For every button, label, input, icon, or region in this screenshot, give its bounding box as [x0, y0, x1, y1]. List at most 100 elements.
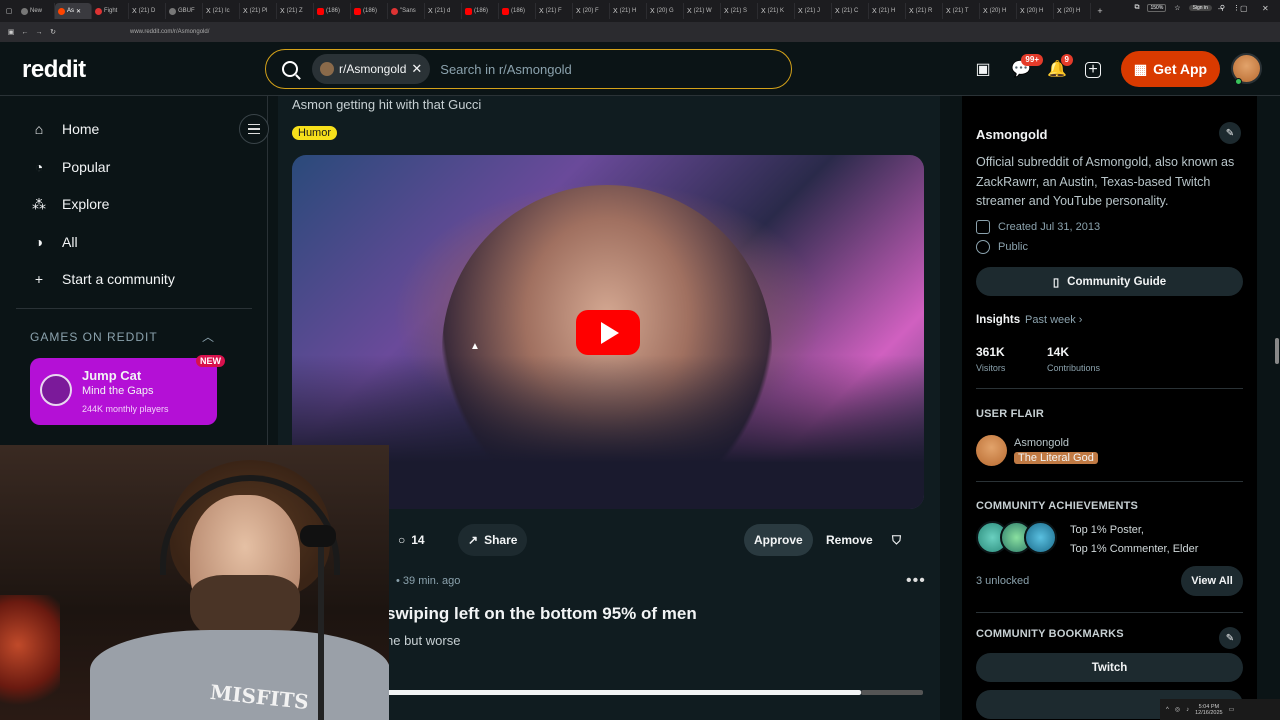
sidebar-item-home[interactable]: ⌂ Home	[30, 117, 100, 141]
edit-pencil-icon[interactable]: ✎	[1219, 627, 1241, 649]
post-flair[interactable]: Humor	[292, 126, 338, 140]
sidebar-item-popular[interactable]: ◔ Popular	[30, 155, 111, 179]
community-sidebar: Asmongold ✎ Official subreddit of Asmong…	[962, 96, 1257, 720]
browser-tab[interactable]: X (21) D	[129, 3, 166, 19]
sidebar-item-all[interactable]: ◑ All	[30, 230, 78, 254]
sidebar-item-start-community[interactable]: + Start a community	[30, 267, 175, 291]
browser-tab[interactable]: X (21) W	[684, 3, 721, 19]
approve-button[interactable]: Approve	[744, 524, 813, 556]
search-input[interactable]	[440, 61, 741, 77]
bookmark-star-icon[interactable]: ☆	[1174, 4, 1180, 12]
sidebar-item-label: Explore	[62, 196, 110, 212]
browser-tab[interactable]: X (21) Pl	[240, 3, 277, 19]
browser-tab[interactable]: GBUF	[166, 3, 203, 19]
new-tab-icon[interactable]: +	[1091, 6, 1109, 16]
browser-tab[interactable]: X (21) J	[795, 3, 832, 19]
divider	[976, 388, 1243, 389]
past-week-link[interactable]: Past week ›	[1025, 314, 1082, 326]
sidebar-toggle-icon[interactable]: ▣	[4, 28, 18, 36]
sidebar-item-explore[interactable]: ⁂ Explore	[30, 192, 109, 216]
signin-button[interactable]: Sign in	[1188, 5, 1212, 11]
browser-tab[interactable]: X (21) R	[906, 3, 943, 19]
browser-tab[interactable]: X (21) K	[758, 3, 795, 19]
browser-tab[interactable]: (186)	[351, 3, 388, 19]
extension-icon[interactable]: ⧉	[1134, 4, 1139, 12]
reddit-logo[interactable]: reddit	[22, 56, 86, 84]
browser-tab[interactable]: X (21) T	[943, 3, 980, 19]
close-window-icon[interactable]: ✕	[1262, 4, 1269, 13]
edit-pencil-icon[interactable]: ✎	[1219, 122, 1241, 144]
browser-tab[interactable]: As ✕	[55, 3, 92, 19]
create-post-icon[interactable]: +	[1085, 62, 1101, 78]
browser-tab[interactable]: X (20) F	[573, 3, 610, 19]
browser-tab[interactable]: Fight	[92, 3, 129, 19]
search-bar[interactable]: r/Asmongold ✕	[265, 49, 792, 89]
network-icon[interactable]: ◎	[1175, 706, 1180, 713]
chevron-up-icon[interactable]: ︿	[202, 328, 214, 345]
browser-tab[interactable]: "Sans	[388, 3, 425, 19]
maximize-icon[interactable]: ▢	[1240, 4, 1248, 13]
browser-tab[interactable]: X (21) C	[832, 3, 869, 19]
video-progress-bar[interactable]	[386, 690, 861, 695]
notification-icon[interactable]: ▭	[1229, 706, 1235, 713]
browser-tab[interactable]: X (21) d	[425, 3, 462, 19]
chat-icon[interactable]: 💬 99+	[1011, 54, 1043, 80]
volume-icon[interactable]: ♪	[1186, 707, 1189, 713]
tab-close-icon[interactable]: ✕	[76, 8, 81, 15]
mod-shield-icon[interactable]: ⛉	[882, 524, 911, 556]
browser-tab[interactable]: (186)	[314, 3, 351, 19]
share-button[interactable]: ↗ Share	[458, 524, 528, 556]
browser-tab[interactable]: X (20) H	[1017, 3, 1054, 19]
notification-badge: 9	[1060, 54, 1073, 66]
get-app-button[interactable]: ▦ Get App	[1121, 51, 1220, 87]
yt-icon	[465, 7, 472, 15]
browser-tab[interactable]: X (21) F	[536, 3, 573, 19]
red-icon	[95, 7, 102, 15]
puzzle-icon[interactable]: ⚲	[1220, 4, 1225, 12]
system-clock[interactable]: 5:04 PM 12/16/2025	[1195, 704, 1223, 716]
tab-actions-icon[interactable]: ▢	[0, 7, 18, 15]
browser-tab[interactable]: New	[18, 3, 55, 19]
view-all-button[interactable]: View All	[1181, 566, 1243, 596]
comments-button[interactable]: ○ 14	[388, 524, 435, 556]
ads-icon[interactable]: ▣	[973, 60, 993, 80]
post-title[interactable]: Asmon getting hit with that Gucci	[292, 97, 481, 112]
notification-bell-icon[interactable]: 🔔 9	[1047, 54, 1073, 80]
scrollbar-thumb[interactable]	[1275, 338, 1279, 364]
tab-label: (20) G	[656, 8, 674, 14]
browser-tab[interactable]: X (21) Ic	[203, 3, 240, 19]
achievement-badge-icon[interactable]	[1024, 521, 1057, 554]
back-icon[interactable]: ←	[18, 29, 32, 36]
forward-icon[interactable]: →	[32, 29, 46, 36]
bookmarks-heading: COMMUNITY BOOKMARKS	[976, 628, 1124, 640]
community-guide-button[interactable]: ▯ Community Guide	[976, 267, 1243, 296]
url-field[interactable]: www.reddit.com/r/Asmongold/	[130, 29, 209, 35]
collapse-sidebar-button[interactable]	[239, 114, 269, 144]
chip-close-icon[interactable]: ✕	[411, 61, 422, 77]
menu-icon[interactable]: ⋮	[1233, 4, 1240, 12]
online-status-dot	[1235, 78, 1242, 85]
reload-icon[interactable]: ↻	[46, 28, 60, 36]
browser-tab[interactable]: X (21) S	[721, 3, 758, 19]
twitch-bookmark-button[interactable]: Twitch	[976, 653, 1243, 682]
tray-chevron-icon[interactable]: ^	[1166, 707, 1169, 713]
games-section-header[interactable]: GAMES ON REDDIT	[30, 330, 158, 344]
browser-tab[interactable]: X (20) H	[980, 3, 1017, 19]
subreddit-chip[interactable]: r/Asmongold ✕	[312, 54, 431, 84]
zoom-level[interactable]: 150%	[1147, 4, 1167, 12]
yt-icon	[317, 7, 324, 15]
tab-label: (186)	[474, 8, 489, 14]
more-options-icon[interactable]: •••	[906, 572, 926, 590]
browser-tab[interactable]: X (20) G	[647, 3, 684, 19]
game-card[interactable]: Jump Cat Mind the Gaps 244K monthly play…	[30, 358, 217, 425]
browser-tab[interactable]: (186)	[462, 3, 499, 19]
browser-tab[interactable]: X (21) H	[610, 3, 647, 19]
remove-button[interactable]: Remove	[816, 524, 883, 556]
browser-tab[interactable]: X (20) H	[1054, 3, 1091, 19]
youtube-play-icon[interactable]	[576, 310, 640, 355]
browser-tab[interactable]: X (21) H	[869, 3, 906, 19]
browser-tab[interactable]: (186)	[499, 3, 536, 19]
comments-count: 14	[411, 533, 425, 547]
post-title[interactable]: swiping left on the bottom 95% of men	[386, 604, 697, 624]
browser-tab[interactable]: X (21) Z	[277, 3, 314, 19]
